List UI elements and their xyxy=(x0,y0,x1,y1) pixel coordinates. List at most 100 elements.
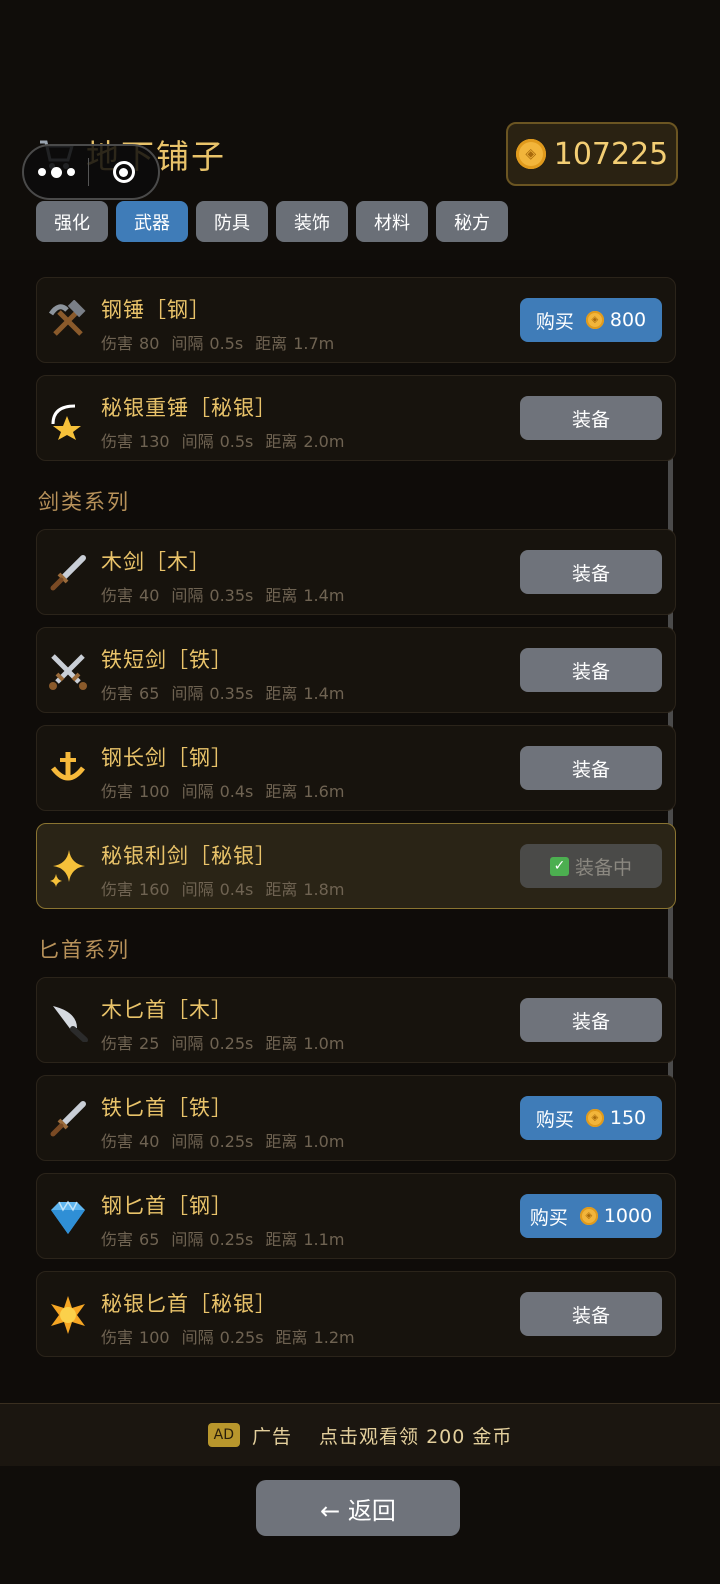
dagger-icon xyxy=(47,1098,89,1140)
footer: ← 返回 xyxy=(0,1466,720,1584)
crossed-swords-icon xyxy=(47,650,89,692)
tab-materials[interactable]: 材料 xyxy=(356,201,428,242)
range-label: 距离 xyxy=(265,586,298,605)
range-value: 1.0m xyxy=(303,1034,345,1053)
equip-button[interactable]: 装备 xyxy=(520,746,662,790)
buy-button[interactable]: 购买 ◈ 800 xyxy=(520,298,662,342)
interval-value: 0.4s xyxy=(219,782,254,801)
equip-button[interactable]: 装备 xyxy=(520,998,662,1042)
interval-label: 间隔 xyxy=(171,1034,204,1053)
range-label: 距离 xyxy=(265,432,298,451)
list-item: 铁匕首［铁］ 伤害 40 间隔 0.25s 距离 1.0m 购买 ◈ 150 xyxy=(36,1075,676,1161)
ad-banner[interactable]: AD 广告 点击观看领 200 金币 xyxy=(0,1403,720,1466)
equip-button[interactable]: 装备 xyxy=(520,1292,662,1336)
equip-label: 装备 xyxy=(571,758,610,781)
equipped-label: 装备中 xyxy=(574,856,632,879)
item-name: 铁匕首［铁］ xyxy=(101,1096,233,1120)
equip-button[interactable]: 装备 xyxy=(520,648,662,692)
buy-button[interactable]: 购买 ◈ 150 xyxy=(520,1096,662,1140)
damage-label: 伤害 xyxy=(101,1230,134,1249)
tab-weapons[interactable]: 武器 xyxy=(116,201,188,242)
range-label: 距离 xyxy=(255,334,288,353)
damage-label: 伤害 xyxy=(101,586,134,605)
interval-value: 0.25s xyxy=(209,1132,254,1151)
list-item: 钢长剑［钢］ 伤害 100 间隔 0.4s 距离 1.6m 装备 xyxy=(36,725,676,811)
item-name: 钢匕首［钢］ xyxy=(101,1194,233,1218)
interval-value: 0.35s xyxy=(209,586,254,605)
equip-label: 装备 xyxy=(571,660,610,683)
interval-label: 间隔 xyxy=(171,684,204,703)
interval-value: 0.25s xyxy=(219,1328,264,1347)
item-list[interactable]: 剑类系列 匕首系列 钢锤［钢］ 伤害 80 间隔 0.5s 距离 1.7m 购买 ◈ 800 秘银重… xyxy=(0,240,720,1400)
item-stats: 伤害 65 间隔 0.25s 距离 1.1m xyxy=(101,1226,356,1250)
star-burst-icon xyxy=(47,1294,89,1336)
equip-button[interactable]: 装备 xyxy=(520,396,662,440)
item-name: 钢锤［钢］ xyxy=(101,298,211,322)
damage-value: 100 xyxy=(139,1328,170,1347)
price: 800 xyxy=(609,309,647,331)
coin-icon: ◈ xyxy=(579,1207,598,1225)
interval-label: 间隔 xyxy=(181,1328,214,1347)
interval-value: 0.25s xyxy=(209,1034,254,1053)
item-name: 木剑［木］ xyxy=(101,550,211,574)
equip-label: 装备 xyxy=(571,1010,610,1033)
close-target-icon[interactable] xyxy=(89,161,158,183)
range-label: 距离 xyxy=(265,782,298,801)
back-button[interactable]: ← 返回 xyxy=(256,1480,460,1536)
buy-button[interactable]: 购买 ◈ 1000 xyxy=(520,1194,662,1238)
damage-value: 80 xyxy=(139,334,160,353)
damage-value: 25 xyxy=(139,1034,160,1053)
hammer-pick-icon xyxy=(47,299,89,342)
item-stats: 伤害 25 间隔 0.25s 距离 1.0m xyxy=(101,1030,356,1054)
header: 地下铺子 ◈ 107225 强化 武器 防具 装饰 材料 秘方 xyxy=(0,0,720,260)
item-stats: 伤害 160 间隔 0.4s 距离 1.8m xyxy=(101,876,356,900)
tab-accessories[interactable]: 装饰 xyxy=(276,201,348,242)
shooting-star-icon xyxy=(47,398,89,440)
interval-label: 间隔 xyxy=(171,1132,204,1151)
category-tabs: 强化 武器 防具 装饰 材料 秘方 xyxy=(36,201,508,242)
damage-value: 130 xyxy=(139,432,170,451)
equip-label: 装备 xyxy=(571,1304,610,1327)
range-label: 距离 xyxy=(265,1034,298,1053)
interval-value: 0.35s xyxy=(209,684,254,703)
tab-armor[interactable]: 防具 xyxy=(196,201,268,242)
mini-program-capsule xyxy=(22,144,160,200)
coin-icon: ◈ xyxy=(585,1109,604,1127)
interval-value: 0.5s xyxy=(209,334,244,353)
coin-icon: ◈ xyxy=(585,311,604,329)
buy-label: 购买 xyxy=(529,1206,568,1229)
buy-label: 购买 xyxy=(535,1108,574,1131)
damage-label: 伤害 xyxy=(101,1034,134,1053)
kitchen-knife-icon xyxy=(47,1000,89,1043)
list-item: 秘银利剑［秘银］ 伤害 160 间隔 0.4s 距离 1.8m ✓ 装备中 xyxy=(36,823,676,909)
price: 1000 xyxy=(603,1205,653,1227)
item-stats: 伤害 65 间隔 0.35s 距离 1.4m xyxy=(101,680,356,704)
item-name: 秘银匕首［秘银］ xyxy=(101,1292,277,1316)
list-item: 木剑［木］ 伤害 40 间隔 0.35s 距离 1.4m 装备 xyxy=(36,529,676,615)
tab-enhance[interactable]: 强化 xyxy=(36,201,108,242)
item-name: 秘银利剑［秘银］ xyxy=(101,844,277,868)
equip-button[interactable]: 装备 xyxy=(520,550,662,594)
damage-value: 40 xyxy=(139,586,160,605)
interval-label: 间隔 xyxy=(171,1230,204,1249)
range-label: 距离 xyxy=(265,1132,298,1151)
tab-recipes[interactable]: 秘方 xyxy=(436,201,508,242)
range-value: 1.4m xyxy=(303,586,345,605)
sparkles-icon xyxy=(47,846,89,888)
damage-label: 伤害 xyxy=(101,1132,134,1151)
range-value: 1.0m xyxy=(303,1132,345,1151)
section-title-daggers: 匕首系列 xyxy=(38,938,130,962)
damage-value: 160 xyxy=(139,880,170,899)
trident-icon xyxy=(47,748,89,790)
equipped-button: ✓ 装备中 xyxy=(520,844,662,888)
damage-value: 65 xyxy=(139,1230,160,1249)
interval-label: 间隔 xyxy=(181,432,214,451)
ad-text: 广告 点击观看领 200 金币 xyxy=(251,1425,513,1448)
damage-value: 65 xyxy=(139,684,160,703)
more-menu-icon[interactable] xyxy=(24,166,88,178)
coin-amount: 107225 xyxy=(553,136,669,172)
interval-label: 间隔 xyxy=(181,782,214,801)
dagger-icon xyxy=(47,552,89,594)
interval-value: 0.25s xyxy=(209,1230,254,1249)
buy-label: 购买 xyxy=(535,310,574,333)
